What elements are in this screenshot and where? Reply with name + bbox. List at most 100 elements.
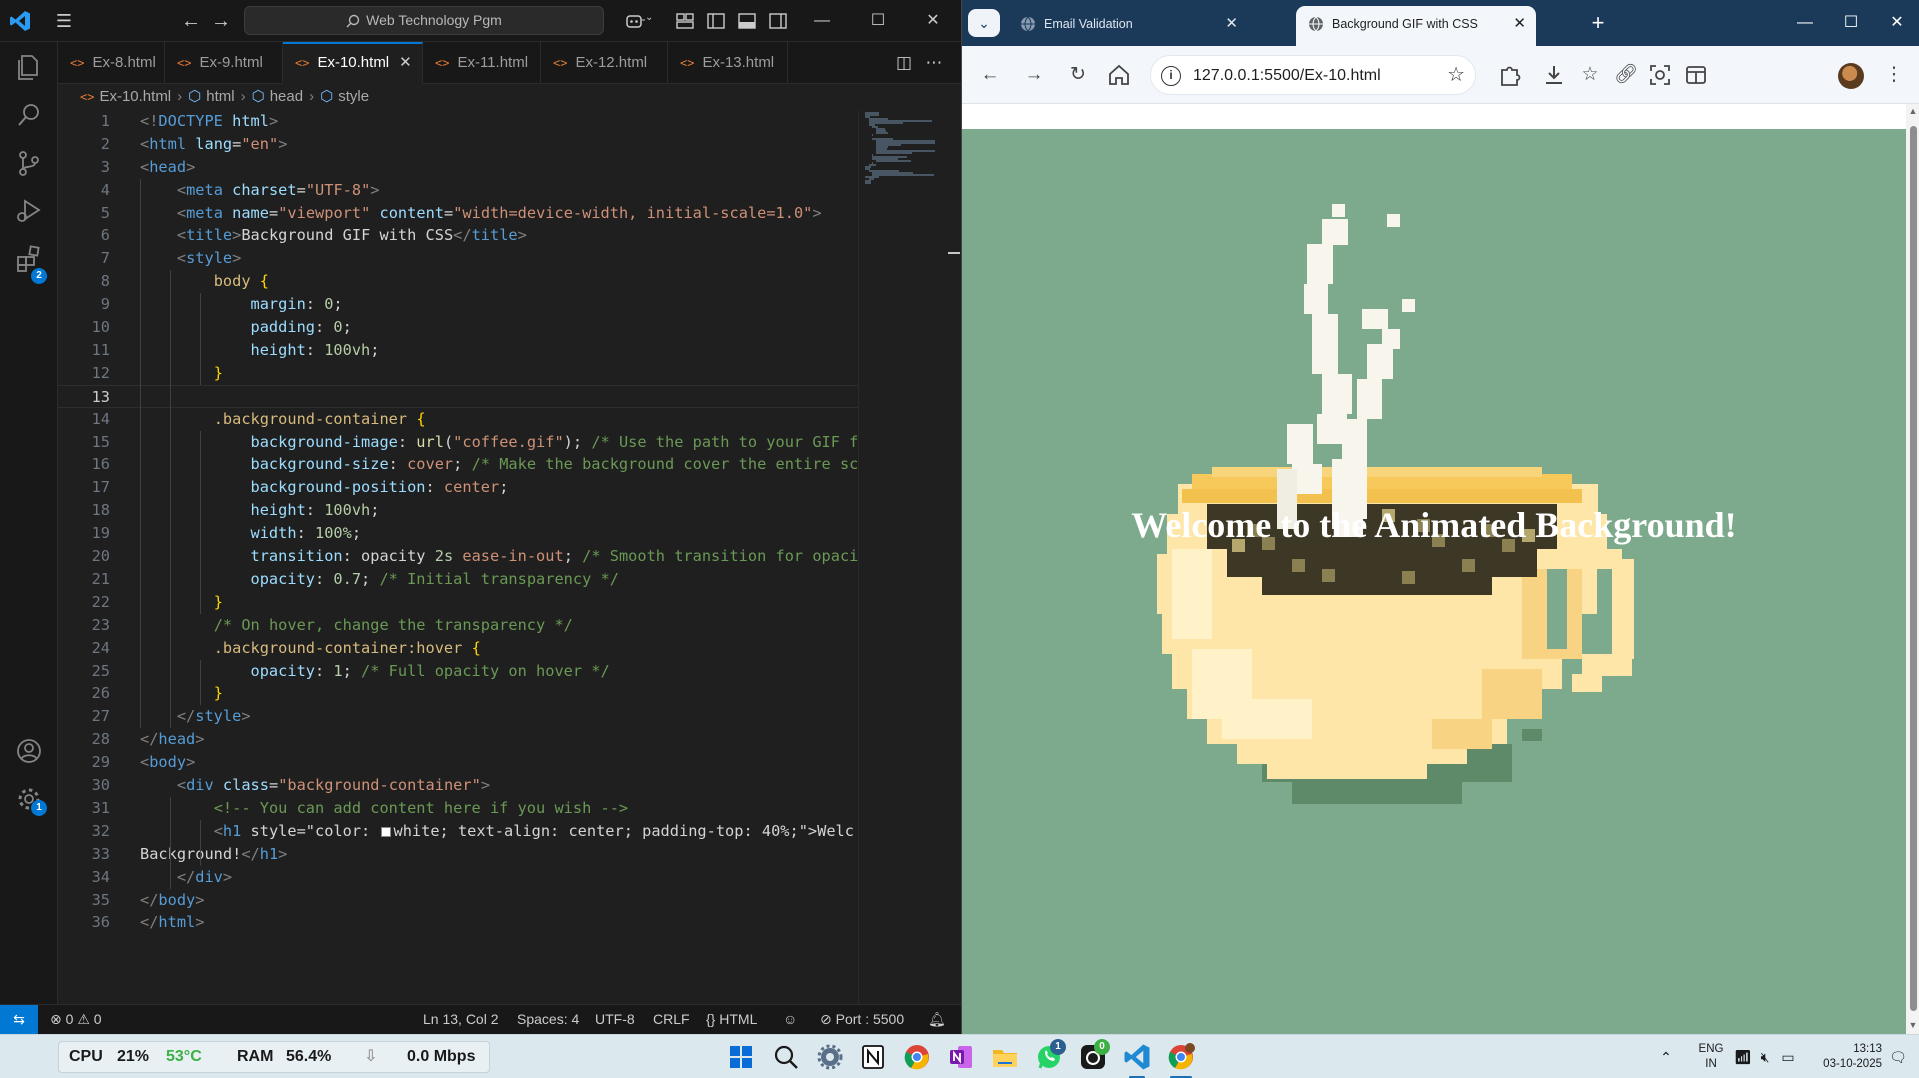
- wifi-icon[interactable]: 📶︎: [1734, 1035, 1752, 1078]
- code-line[interactable]: 24 .background-container:hover {: [58, 637, 858, 660]
- tab-ex-12[interactable]: <> Ex-12.html: [541, 42, 668, 84]
- background-container[interactable]: Welcome to the Animated Background!: [962, 129, 1906, 1034]
- windows-start-icon[interactable]: [726, 1042, 756, 1072]
- minimize-button[interactable]: —: [1782, 0, 1828, 46]
- code-line[interactable]: 27 </style>: [58, 705, 858, 728]
- code-line[interactable]: 4 <meta charset="UTF-8">: [58, 179, 858, 202]
- code-line[interactable]: 32 <h1 style="color: white; text-align: …: [58, 820, 858, 843]
- system-monitor-widget[interactable]: CPU 21% 53°C RAM 56.4% ⇩ 0.0 Mbps: [58, 1041, 490, 1073]
- battery-icon[interactable]: ▭: [1778, 1035, 1798, 1078]
- notion-icon[interactable]: [858, 1042, 888, 1072]
- breadcrumb-item[interactable]: html: [206, 88, 234, 105]
- close-tab-icon[interactable]: ✕: [399, 54, 412, 71]
- code-line[interactable]: 1 <!DOCTYPE html>: [58, 110, 858, 133]
- profile-avatar[interactable]: [1838, 63, 1864, 89]
- back-arrow-icon[interactable]: ←: [976, 61, 1004, 89]
- code-line[interactable]: 6 <title>Background GIF with CSS</title>: [58, 224, 858, 247]
- more-menu-icon[interactable]: ⋮: [1880, 61, 1908, 89]
- back-arrow-icon[interactable]: ←: [178, 9, 204, 33]
- home-icon[interactable]: [1106, 62, 1132, 88]
- code-line[interactable]: 25 opacity: 1; /* Full opacity on hover …: [58, 660, 858, 683]
- breadcrumb-item[interactable]: style: [338, 88, 369, 105]
- close-button[interactable]: ✕: [1874, 0, 1919, 46]
- bookmark-star-icon[interactable]: ☆: [1447, 62, 1465, 87]
- screenshot-icon[interactable]: [1646, 61, 1674, 89]
- browser-tab-email-validation[interactable]: Email Validation ✕: [1008, 6, 1248, 46]
- reload-icon[interactable]: ↻: [1064, 61, 1092, 89]
- input-language-indicator[interactable]: ENG IN: [1690, 1035, 1732, 1078]
- code-line[interactable]: 8 body {: [58, 270, 858, 293]
- close-button[interactable]: ✕: [910, 0, 956, 42]
- show-hidden-icons-chevron-icon[interactable]: ⌃: [1656, 1035, 1676, 1078]
- toggle-sidebar-icon[interactable]: [704, 9, 728, 33]
- code-line[interactable]: 26 }: [58, 682, 858, 705]
- code-line[interactable]: 35 </body>: [58, 889, 858, 912]
- file-explorer-icon[interactable]: [990, 1042, 1020, 1072]
- code-editor[interactable]: 1 <!DOCTYPE html> 2 <html lang="en"> 3 <head>…: [58, 110, 858, 1004]
- address-bar[interactable]: i 127.0.0.1:5500/Ex-10.html ☆: [1150, 55, 1476, 95]
- code-line[interactable]: 29 <body>: [58, 751, 858, 774]
- notification-center-icon[interactable]: 🗨︎: [1888, 1035, 1908, 1078]
- code-line[interactable]: 34 </div>: [58, 866, 858, 889]
- minimap[interactable]: [858, 110, 946, 1004]
- source-control-icon[interactable]: [14, 148, 44, 178]
- browser-tab-background-gif[interactable]: Background GIF with CSS ✕: [1296, 6, 1536, 46]
- new-tab-button[interactable]: +: [1584, 9, 1612, 37]
- code-line[interactable]: 18 height: 100vh;: [58, 499, 858, 522]
- scroll-up-arrow-icon[interactable]: ▲: [1908, 106, 1918, 116]
- tab-ex-8[interactable]: <> Ex-8.html: [58, 42, 165, 84]
- code-line[interactable]: 10 padding: 0;: [58, 316, 858, 339]
- encoding[interactable]: UTF-8: [595, 1005, 635, 1034]
- toggle-panel-icon[interactable]: [735, 9, 759, 33]
- chrome-icon[interactable]: [902, 1042, 932, 1072]
- code-line[interactable]: 5 <meta name="viewport" content="width=d…: [58, 202, 858, 225]
- onenote-icon[interactable]: [946, 1042, 976, 1072]
- breadcrumb-item[interactable]: head: [270, 88, 303, 105]
- accounts-icon[interactable]: [14, 736, 44, 766]
- download-icon[interactable]: [1540, 61, 1568, 89]
- vscode-icon[interactable]: [1122, 1042, 1152, 1072]
- page-scrollbar[interactable]: ▲ ▼: [1906, 104, 1919, 1034]
- forward-arrow-icon[interactable]: →: [1020, 61, 1048, 89]
- chevron-down-icon[interactable]: ⌄: [645, 12, 653, 23]
- more-actions-icon[interactable]: ⋯: [922, 51, 946, 75]
- search-icon[interactable]: [771, 1042, 801, 1072]
- code-line[interactable]: 20 transition: opacity 2s ease-in-out; /…: [58, 545, 858, 568]
- split-editor-icon[interactable]: ◫: [892, 51, 916, 75]
- tab-ex-9[interactable]: <> Ex-9.html: [165, 42, 283, 84]
- code-line[interactable]: 13: [58, 384, 858, 408]
- code-line[interactable]: 31 <!-- You can add content here if you …: [58, 797, 858, 820]
- favorites-icon[interactable]: ☆: [1576, 61, 1604, 89]
- code-line[interactable]: 9 margin: 0;: [58, 293, 858, 316]
- speaker-muted-icon[interactable]: 🔇︎: [1756, 1035, 1774, 1078]
- problems-indicator[interactable]: ⊗ 0 ⚠ 0: [50, 1005, 102, 1034]
- code-line[interactable]: 16 background-size: cover; /* Make the b…: [58, 453, 858, 476]
- clock[interactable]: 13:13 03-10-2025: [1808, 1035, 1882, 1078]
- code-line[interactable]: 22 }: [58, 591, 858, 614]
- code-line[interactable]: 2 <html lang="en">: [58, 133, 858, 156]
- search-icon[interactable]: [14, 100, 44, 130]
- tab-ex-13[interactable]: <> Ex-13.html: [668, 42, 788, 84]
- site-info-icon[interactable]: i: [1161, 66, 1181, 86]
- maximize-button[interactable]: ☐: [855, 0, 901, 42]
- minimize-button[interactable]: —: [799, 0, 845, 42]
- breadcrumb-item[interactable]: Ex-10.html: [99, 88, 171, 105]
- code-line[interactable]: 28 </head>: [58, 728, 858, 751]
- settings-gear-icon[interactable]: [815, 1042, 845, 1072]
- code-line[interactable]: 15 background-image: url("coffee.gif"); …: [58, 431, 858, 454]
- line-ending[interactable]: CRLF: [653, 1005, 690, 1034]
- scrollbar-thumb[interactable]: [1910, 126, 1917, 1011]
- extensions-puzzle-icon[interactable]: [1496, 61, 1524, 89]
- command-center-search[interactable]: Web Technology Pgm: [244, 6, 604, 35]
- customize-layout-icon[interactable]: [673, 9, 697, 33]
- code-line[interactable]: 33 Background!</h1>: [58, 843, 858, 866]
- maximize-button[interactable]: ☐: [1828, 0, 1874, 46]
- cursor-position[interactable]: Ln 13, Col 2: [423, 1005, 499, 1034]
- code-line[interactable]: 36 </html>: [58, 911, 858, 934]
- copilot-status-icon[interactable]: ☺: [783, 1005, 797, 1034]
- code-line[interactable]: 23 /* On hover, change the transparency …: [58, 614, 858, 637]
- side-panel-icon[interactable]: [1682, 61, 1710, 89]
- tab-search-chevron-icon[interactable]: ⌄: [968, 9, 1000, 37]
- editor-scrollbar[interactable]: [946, 110, 960, 1004]
- close-tab-icon[interactable]: ✕: [1513, 6, 1526, 42]
